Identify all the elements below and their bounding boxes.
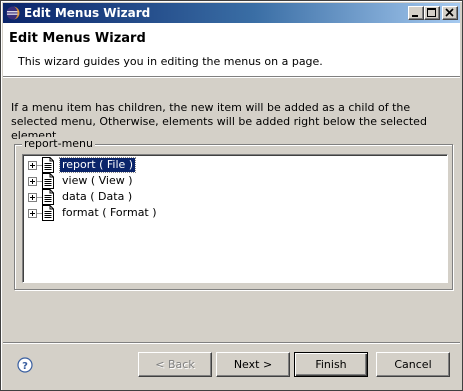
- document-icon: [42, 157, 54, 173]
- next-button[interactable]: Next >: [216, 352, 290, 377]
- header-divider: [3, 76, 460, 78]
- close-button[interactable]: [442, 6, 458, 20]
- back-button[interactable]: < Back: [138, 352, 212, 377]
- expand-plus-icon[interactable]: [28, 193, 37, 202]
- title-bar[interactable]: Edit Menus Wizard: [3, 3, 460, 23]
- document-icon: [42, 173, 54, 189]
- tree-item-label: report ( File ): [58, 157, 137, 173]
- page-title: Edit Menus Wizard: [9, 31, 146, 46]
- tree-item-label: format ( Format ): [62, 206, 157, 219]
- minimize-icon: [412, 15, 418, 17]
- footer-divider: [3, 342, 460, 344]
- tree-item-label: data ( Data ): [62, 190, 133, 203]
- window-title: Edit Menus Wizard: [24, 6, 151, 20]
- wizard-header: Edit Menus Wizard This wizard guides you…: [3, 23, 460, 76]
- report-menu-group: report-menu report ( File ) view (View …: [14, 137, 453, 290]
- expand-plus-icon[interactable]: [28, 161, 37, 170]
- tree-item-report[interactable]: report ( File ): [25, 157, 325, 173]
- page-description: This wizard guides you in editing the me…: [18, 55, 323, 68]
- group-label: report-menu: [22, 137, 95, 150]
- minimize-button[interactable]: [408, 6, 424, 20]
- tree-item-view[interactable]: view ( View ): [25, 173, 325, 189]
- tree-item-format[interactable]: format ( Format ): [25, 205, 325, 221]
- document-icon: [42, 189, 54, 205]
- svg-text:?: ?: [22, 361, 28, 372]
- tree-item-data[interactable]: data ( Data ): [25, 189, 325, 205]
- expand-plus-icon[interactable]: [28, 177, 37, 186]
- menu-tree[interactable]: report ( File ) view ( View ) data (Dat…: [22, 154, 448, 283]
- eclipse-icon: [6, 6, 20, 20]
- tree-item-label: view ( View ): [62, 174, 133, 187]
- help-icon[interactable]: ?: [17, 357, 33, 373]
- close-icon: [445, 8, 454, 17]
- expand-plus-icon[interactable]: [28, 209, 37, 218]
- maximize-button[interactable]: [424, 6, 440, 20]
- wizard-window: Edit Menus Wizard Edit Menus Wizard This…: [0, 0, 463, 391]
- maximize-icon: [427, 8, 436, 17]
- finish-button[interactable]: Finish: [294, 352, 368, 377]
- cancel-button[interactable]: Cancel: [376, 352, 450, 377]
- document-icon: [42, 205, 54, 221]
